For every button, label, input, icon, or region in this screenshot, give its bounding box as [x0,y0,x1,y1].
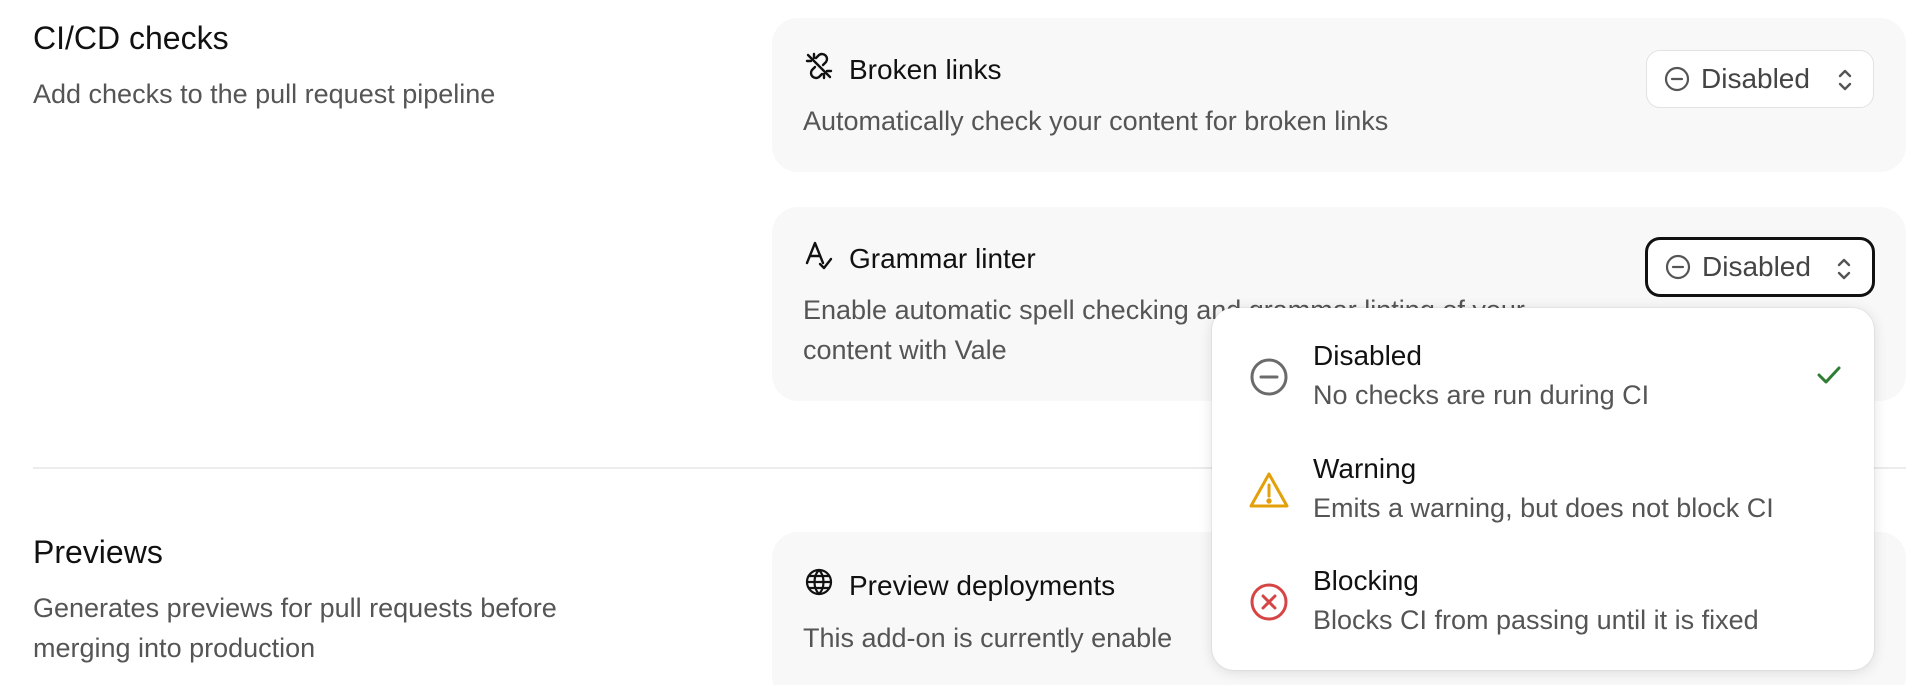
minus-circle-icon [1665,254,1691,280]
minus-circle-icon [1664,66,1690,92]
grammar-linter-heading: Grammar linter [803,239,1036,278]
dropdown-option-description: No checks are run during CI [1313,380,1650,410]
grammar-linter-status-select[interactable]: Disabled [1646,238,1874,296]
chevron-updown-icon [1838,69,1852,91]
cicd-section-description: Add checks to the pull request pipeline [33,79,496,109]
grammar-linter-status-value: Disabled [1702,251,1811,282]
dropdown-option-blocking[interactable]: Blocking Blocks CI from passing until it… [1212,561,1874,671]
previews-section-description: Generates previews for pull requests bef… [33,588,653,668]
warning-triangle-icon [1249,472,1289,508]
dropdown-option-disabled[interactable]: Disabled No checks are run during CI [1212,336,1874,446]
dropdown-option-warning[interactable]: Warning Emits a warning, but does not bl… [1212,449,1874,559]
grammar-linter-title: Grammar linter [849,242,1036,274]
spell-check-icon [803,239,835,278]
dropdown-option-description: Emits a warning, but does not block CI [1313,493,1774,523]
broken-links-status-select[interactable]: Disabled [1646,50,1874,108]
dropdown-option-description: Blocks CI from passing until it is fixed [1313,605,1759,635]
preview-deployments-title: Preview deployments [849,569,1116,601]
broken-links-heading: Broken links [803,50,1002,89]
chevron-updown-icon [1837,258,1851,280]
broken-links-card: Broken links Automatically check your co… [772,18,1906,172]
previews-description-line2: merging into production [33,633,316,663]
previews-section-title: Previews [33,534,163,570]
broken-links-status-value: Disabled [1701,63,1810,94]
dropdown-option-label: Disabled [1313,340,1422,371]
broken-links-title: Broken links [849,53,1002,85]
broken-links-description: Automatically check your content for bro… [803,106,1389,136]
cicd-section-title: CI/CD checks [33,20,229,56]
dropdown-option-label: Blocking [1313,565,1419,596]
dropdown-option-label: Warning [1313,453,1417,484]
checkmark-icon [1817,366,1841,384]
minus-circle-icon [1250,358,1288,396]
globe-icon [803,566,835,605]
broken-link-icon [803,50,835,89]
preview-deployments-heading: Preview deployments [803,566,1115,605]
previews-description-line1: Generates previews for pull requests bef… [33,593,557,623]
status-dropdown-menu: Disabled No checks are run during CI War… [1212,308,1874,670]
x-circle-icon [1250,583,1288,621]
